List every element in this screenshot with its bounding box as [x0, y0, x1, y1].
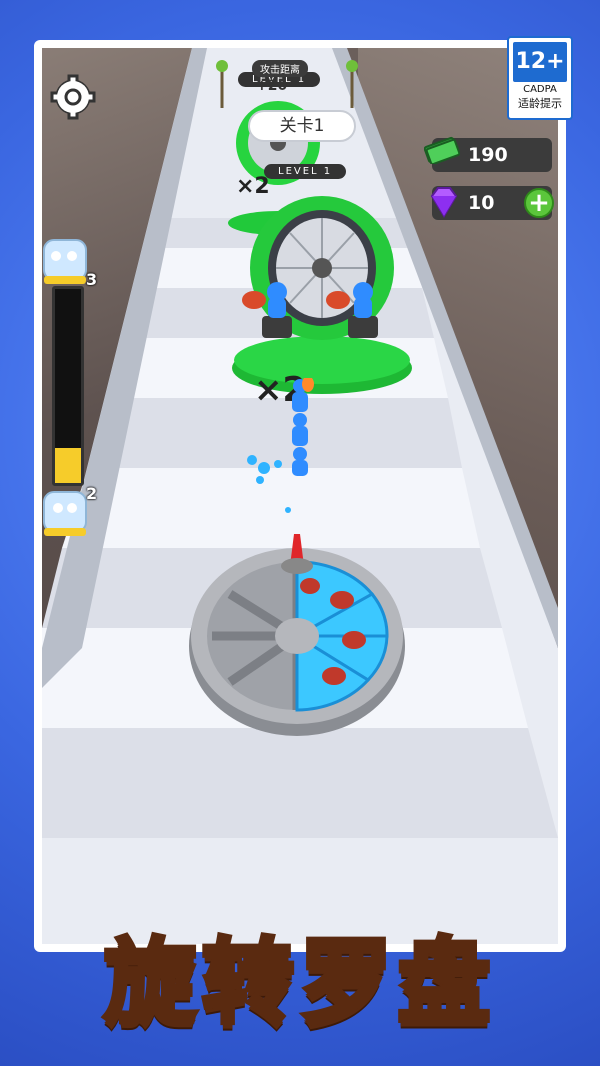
tree-left: [216, 60, 228, 108]
gear-icon: [50, 74, 96, 120]
crowd-jar-top-icon: [43, 239, 87, 284]
game-title: 旋转罗盘: [101, 927, 496, 1039]
cash-counter: 190: [424, 136, 552, 172]
level-indicator: 关卡1: [248, 110, 356, 142]
crowd-bottom-count: 2: [86, 484, 98, 503]
near-gate: [232, 196, 412, 394]
attack-distance-label: 攻击距离: [252, 60, 308, 77]
gem-value: 10: [468, 192, 495, 214]
tree-right: [346, 60, 358, 108]
crowd-progress-bar: [52, 286, 84, 486]
cash-stack-icon: [424, 136, 460, 164]
crowd-jar-bottom-icon: [43, 491, 87, 536]
cash-value: 190: [468, 144, 508, 166]
runner-stack: [292, 378, 314, 476]
multiplier-far: ×2: [236, 174, 270, 199]
gem-counter: 10 +: [430, 186, 554, 220]
game-scene: LEVEL 1 攻击距离 LEVEL 1 ×2 ×2 +20: [42, 48, 558, 944]
rating-tip: 适龄提示: [518, 97, 562, 110]
crowd-top-count: 3: [86, 270, 98, 289]
game-title-banner: 旋转罗盘: [0, 900, 600, 1066]
rating-org: CADPA: [523, 84, 557, 95]
near-gate-level: LEVEL 1: [264, 164, 347, 179]
age-rating-badge: 12+ CADPA 适龄提示: [507, 36, 573, 120]
far-bonus: +20: [256, 78, 288, 94]
add-gems-button[interactable]: +: [524, 188, 554, 218]
rating-age: 12+: [513, 42, 567, 82]
purple-gem-icon: [430, 187, 458, 218]
crowd-progress-fill: [55, 448, 81, 483]
settings-button[interactable]: [50, 74, 96, 120]
spinning-wheel[interactable]: [182, 514, 412, 744]
